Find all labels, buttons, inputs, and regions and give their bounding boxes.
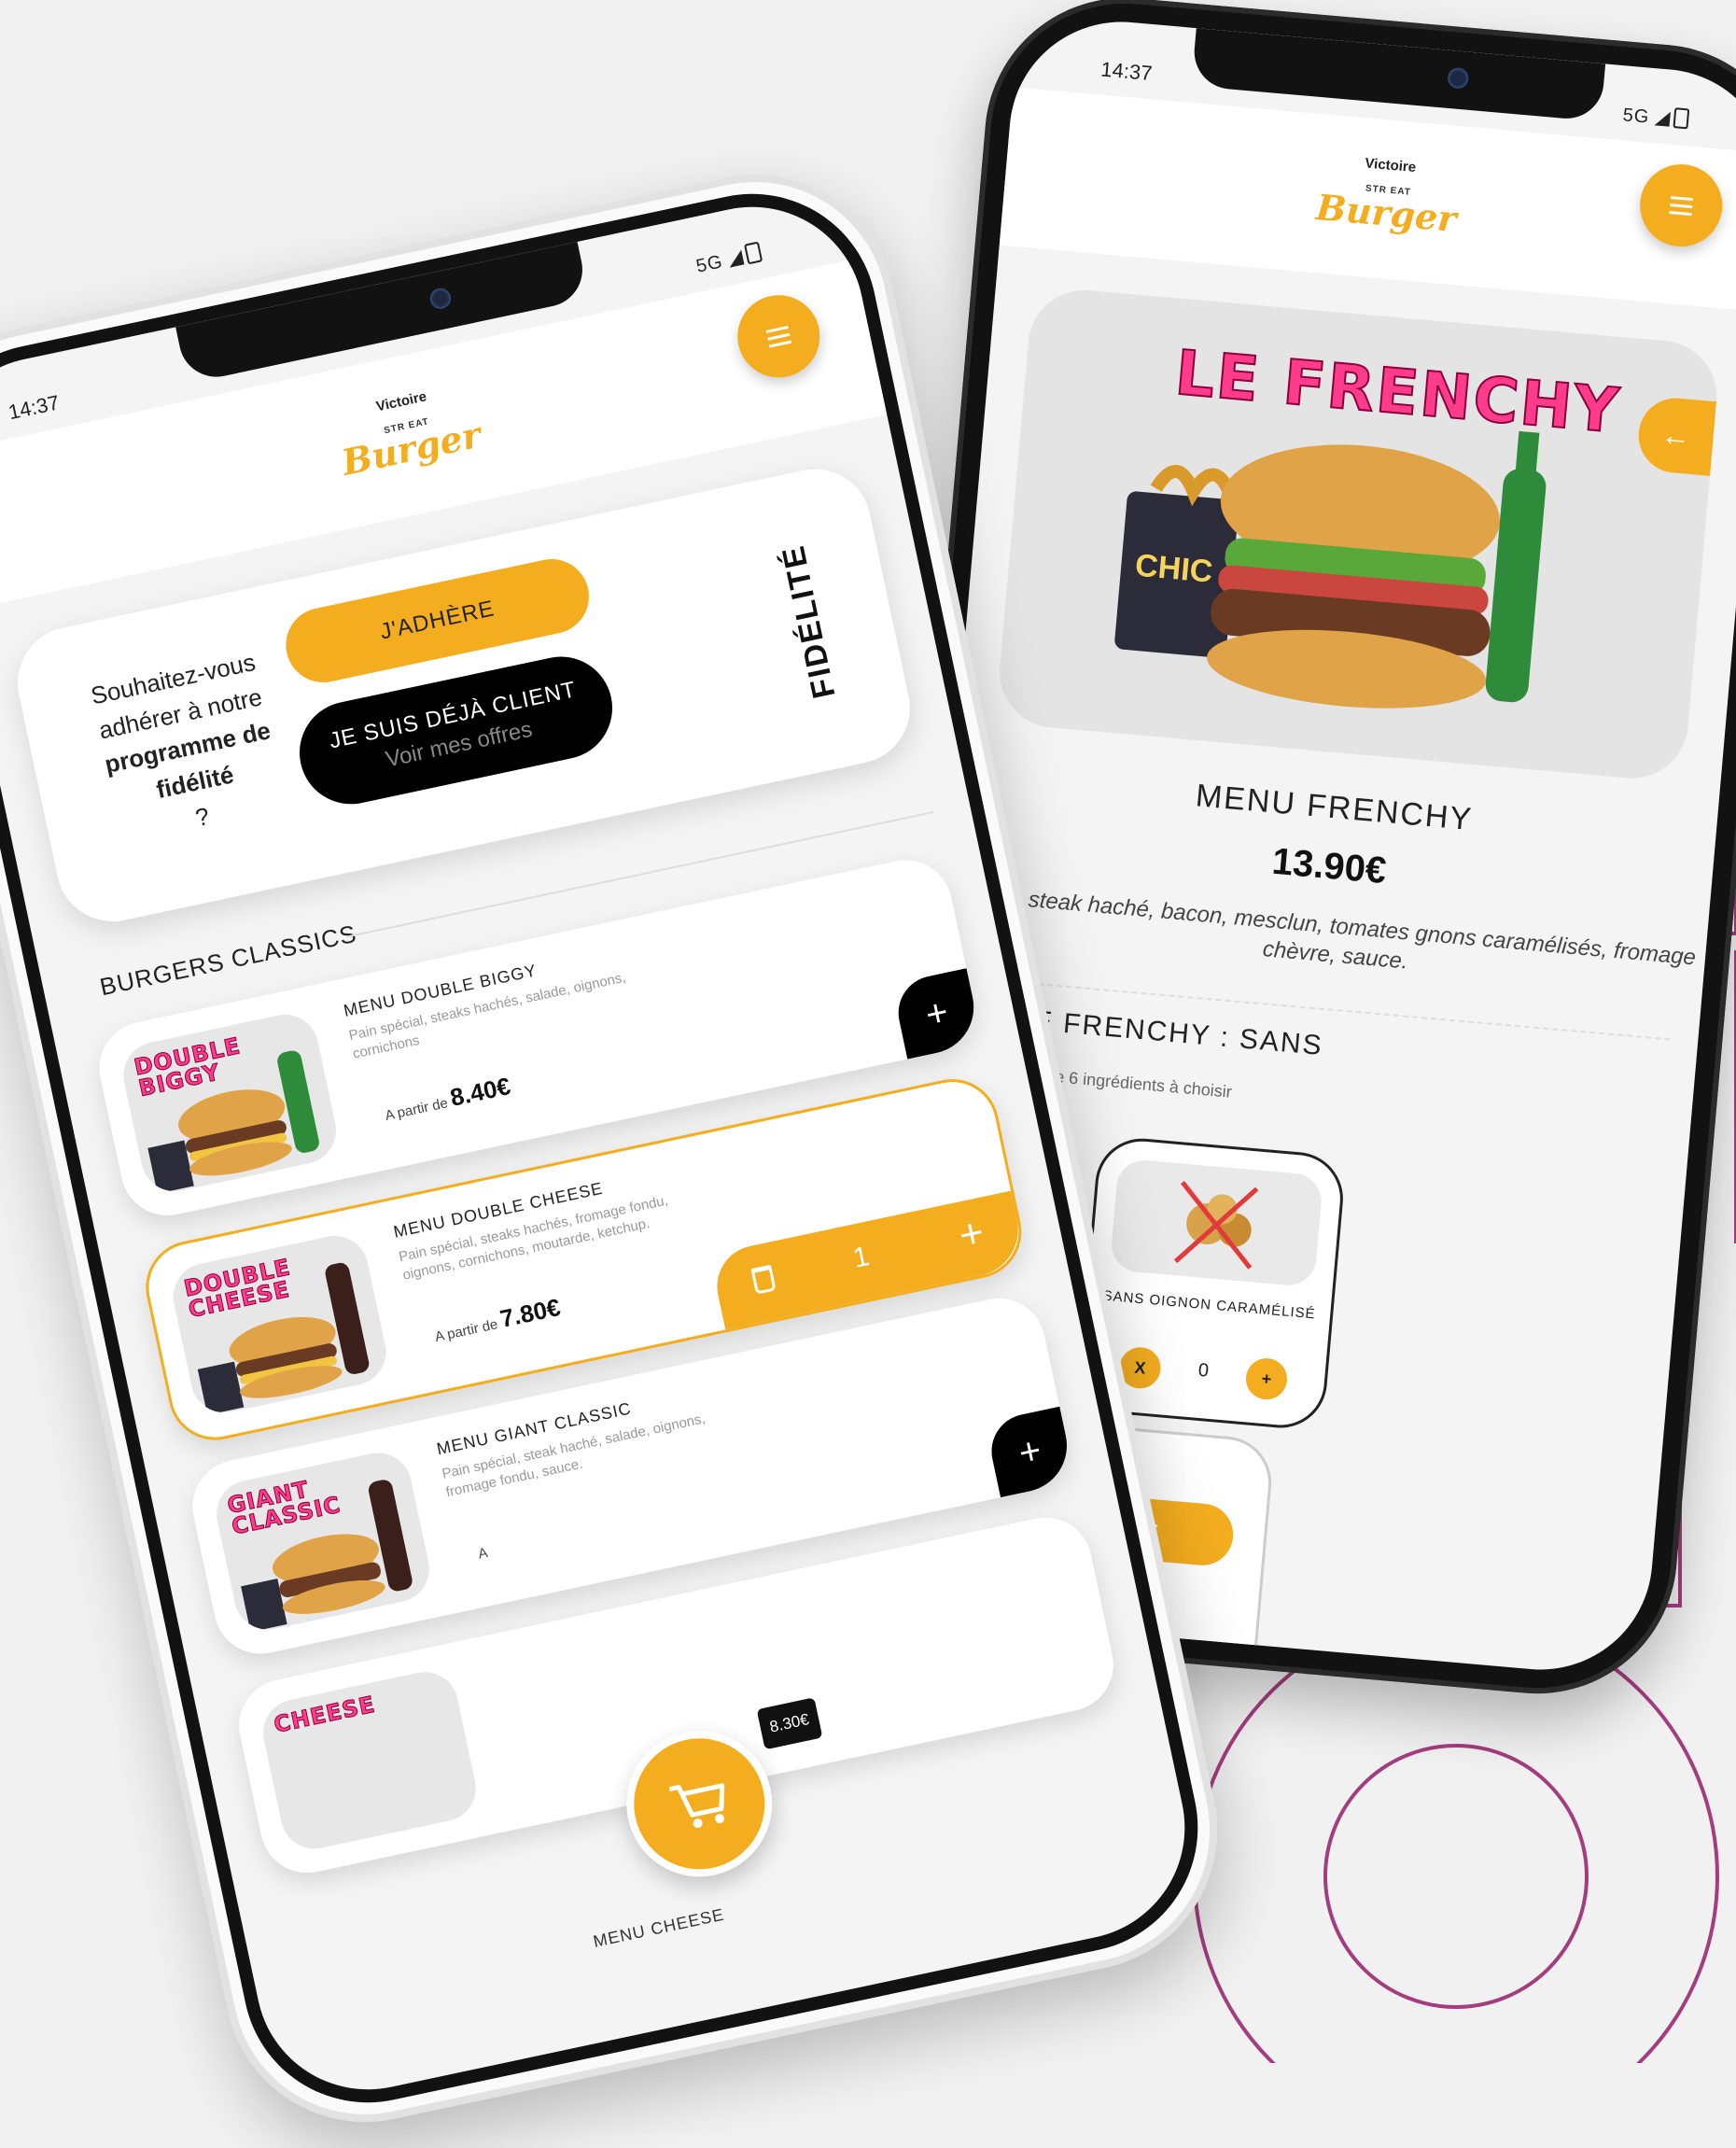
quantity-value: 1 <box>850 1241 873 1274</box>
status-indicators: 5G <box>693 241 763 278</box>
burger-illustration: CHIC <box>1114 430 1547 709</box>
bag-text: CHIC <box>1134 548 1214 590</box>
price-prefix: A partir de <box>433 1316 499 1346</box>
next-item-name: MENU CHEESE <box>591 1904 726 1951</box>
loyalty-vertical-label: FIDÉLITÉ <box>775 541 843 702</box>
add-item-button[interactable]: + <box>891 968 983 1060</box>
hamburger-menu-icon <box>1670 203 1693 208</box>
battery-icon <box>744 241 763 265</box>
item-thumbnail: DOUBLE BIGGY <box>117 1008 343 1198</box>
shopping-cart-icon <box>668 1783 725 1829</box>
thumbnail-title: CHEESE <box>271 1691 378 1738</box>
hamburger-menu-icon <box>767 332 791 341</box>
arrow-left-icon: ← <box>1659 416 1693 454</box>
options-title: LE FRENCHY : SANS <box>1015 1004 1324 1062</box>
item-thumbnail: GIANT CLASSIC <box>210 1446 436 1636</box>
item-thumbnail: DOUBLE CHEESE <box>167 1229 393 1419</box>
menu-button[interactable] <box>730 288 828 386</box>
ingredient-image <box>1109 1158 1324 1288</box>
battery-icon <box>1673 107 1690 130</box>
crossed-onion-icon <box>1173 1180 1259 1270</box>
price-prefix: A <box>476 1544 490 1563</box>
camera-icon <box>427 286 453 311</box>
loyalty-question: Souhaitez-vous adhérer à notre programme… <box>64 640 311 857</box>
brand-logo[interactable]: STR EAT Burger <box>337 408 484 484</box>
network-label: 5G <box>693 251 725 277</box>
status-time: 14:37 <box>6 390 62 425</box>
item-price: A partir de 8.40€ <box>382 1072 513 1127</box>
product-hero: LE FRENCHY CHIC ← <box>995 285 1722 783</box>
network-label: 5G <box>1621 105 1651 128</box>
signal-icon <box>1654 110 1671 127</box>
signal-icon <box>726 249 745 268</box>
price-prefix: A partir de <box>384 1095 450 1124</box>
ingredient-label: SANS OIGNON CARAMÉLISÉ <box>1101 1287 1317 1323</box>
increment-button[interactable]: + <box>955 1209 988 1259</box>
status-time: 14:37 <box>1099 57 1154 86</box>
price-value: 8.40€ <box>447 1071 513 1112</box>
price-value: 7.80€ <box>497 1293 564 1333</box>
status-indicators: 5G <box>1622 103 1690 132</box>
menu-button[interactable] <box>1636 161 1726 250</box>
item-price: A <box>475 1535 490 1565</box>
add-item-button[interactable]: + <box>985 1406 1076 1498</box>
trash-icon[interactable] <box>750 1264 777 1295</box>
item-thumbnail: CHEESE <box>257 1665 483 1856</box>
camera-icon <box>1447 66 1469 90</box>
item-price: A partir de 7.80€ <box>431 1293 563 1348</box>
brand-logo[interactable]: STR EAT Burger <box>1314 180 1459 241</box>
loyalty-question-mark: ? <box>192 801 212 832</box>
add-ingredient-button[interactable]: + <box>1244 1356 1289 1401</box>
